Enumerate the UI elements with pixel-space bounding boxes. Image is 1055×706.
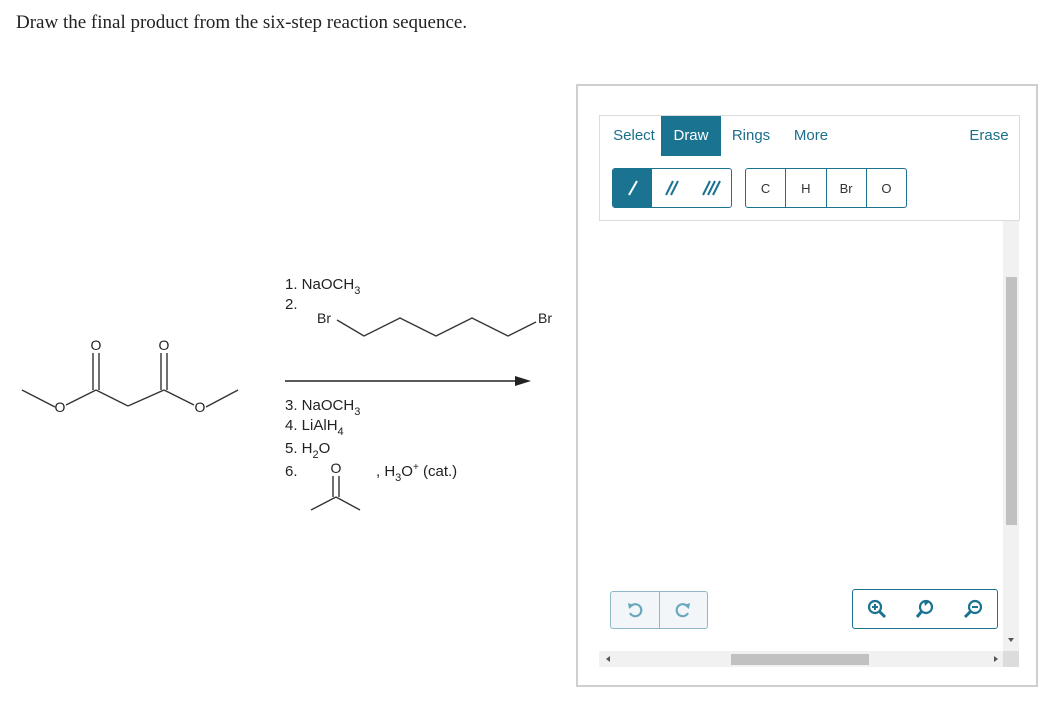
dibromohexane: Br Br bbox=[317, 310, 552, 337]
double-bond-button[interactable] bbox=[652, 169, 691, 207]
tab-bar: Select Draw Rings More Erase bbox=[600, 116, 1019, 156]
zoom-out-button[interactable] bbox=[949, 590, 997, 628]
history-group bbox=[610, 591, 708, 629]
scroll-down-arrow-icon[interactable] bbox=[1003, 635, 1019, 645]
atom-button-carbon[interactable]: C bbox=[746, 169, 787, 207]
vertical-scrollbar[interactable] bbox=[1003, 221, 1019, 666]
step-6-catalyst: , H3O+ (cat.) bbox=[376, 462, 457, 484]
bond-tool-group bbox=[612, 168, 732, 208]
reaction-arrow bbox=[285, 376, 531, 386]
atom-tool-group: C H Br O bbox=[745, 168, 907, 208]
atom-label: O bbox=[159, 337, 170, 353]
single-bond-button[interactable] bbox=[613, 169, 653, 207]
redo-button[interactable] bbox=[660, 592, 708, 628]
starting-material: O O O O bbox=[21, 337, 239, 415]
atom-button-bromine[interactable]: Br bbox=[827, 169, 867, 207]
atom-button-hydrogen[interactable]: H bbox=[786, 169, 827, 207]
horizontal-scrollbar[interactable] bbox=[599, 651, 1003, 667]
atom-label: O bbox=[91, 337, 102, 353]
scroll-left-arrow-icon[interactable] bbox=[603, 651, 613, 667]
single-bond-icon bbox=[627, 180, 638, 196]
double-bond-icon bbox=[665, 180, 679, 196]
zoom-out-icon bbox=[963, 599, 983, 619]
reset-zoom-icon bbox=[915, 599, 934, 618]
tab-draw[interactable]: Draw bbox=[661, 116, 721, 156]
undo-button[interactable] bbox=[611, 592, 660, 628]
tab-erase[interactable]: Erase bbox=[964, 116, 1014, 156]
tab-select[interactable]: Select bbox=[604, 116, 664, 156]
horizontal-scroll-thumb[interactable] bbox=[731, 654, 869, 665]
step-6: 6. bbox=[285, 463, 298, 480]
tab-more[interactable]: More bbox=[786, 116, 836, 156]
step-3: 3. NaOCH3 bbox=[285, 397, 360, 418]
zoom-group bbox=[852, 589, 998, 629]
atom-label: O bbox=[331, 460, 342, 476]
editor-toolbar: Select Draw Rings More Erase C H Br O bbox=[599, 115, 1020, 221]
vertical-scroll-thumb[interactable] bbox=[1006, 277, 1017, 525]
reaction-scheme: O O O O 1. NaOCH3 2. Br Br 3. NaOCH3 4. … bbox=[21, 276, 552, 511]
tab-rings[interactable]: Rings bbox=[725, 116, 777, 156]
triple-bond-button[interactable] bbox=[692, 169, 731, 207]
atom-label: Br bbox=[317, 310, 331, 326]
drawing-canvas[interactable] bbox=[599, 221, 1004, 651]
scroll-right-arrow-icon[interactable] bbox=[991, 651, 1001, 667]
step-1: 1. NaOCH3 bbox=[285, 276, 360, 297]
triple-bond-icon bbox=[702, 180, 722, 196]
step-2: 2. bbox=[285, 296, 298, 313]
atom-label: O bbox=[195, 399, 206, 415]
zoom-in-icon bbox=[867, 599, 887, 619]
step-5: 5. H2O bbox=[285, 440, 330, 461]
zoom-in-button[interactable] bbox=[853, 590, 901, 628]
undo-icon bbox=[627, 603, 643, 618]
reset-zoom-button[interactable] bbox=[901, 590, 949, 628]
scrollbar-corner bbox=[1003, 651, 1019, 667]
step-4: 4. LiAlH4 bbox=[285, 417, 344, 438]
atom-label: O bbox=[55, 399, 66, 415]
atom-button-oxygen[interactable]: O bbox=[867, 169, 906, 207]
redo-icon bbox=[675, 603, 691, 618]
acetone: O bbox=[310, 460, 361, 511]
atom-label: Br bbox=[538, 310, 552, 326]
structure-editor: Select Draw Rings More Erase C H Br O bbox=[576, 84, 1038, 687]
